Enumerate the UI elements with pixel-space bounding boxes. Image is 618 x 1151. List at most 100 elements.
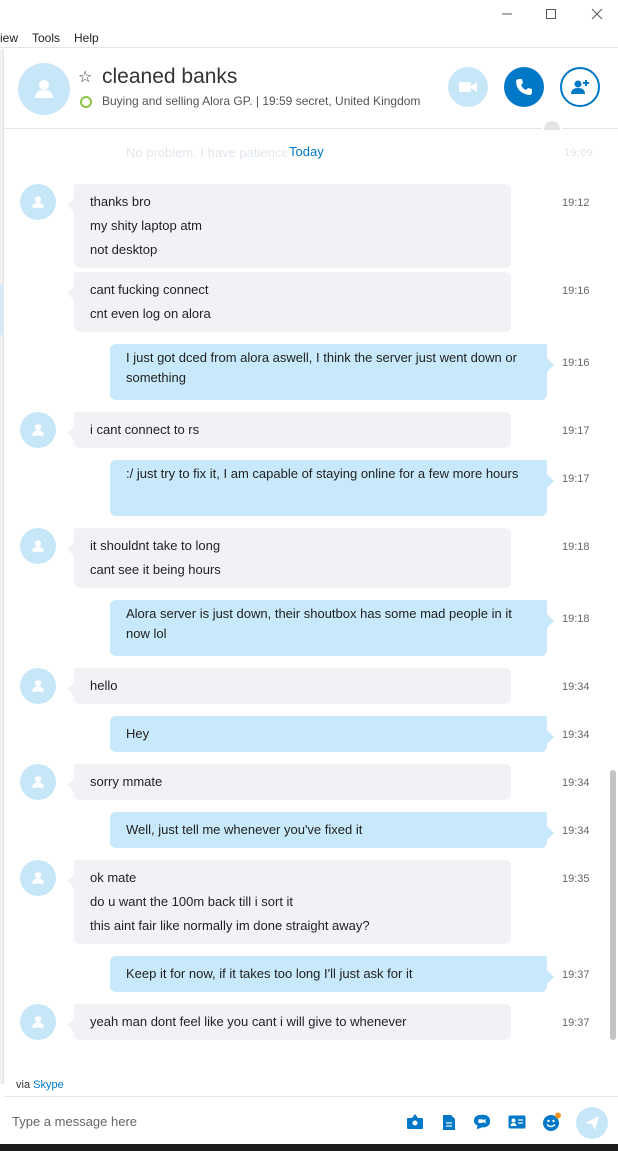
sender-avatar[interactable] [20, 668, 56, 704]
message-timestamp: 19:17 [562, 425, 590, 437]
video-camera-icon [459, 82, 477, 92]
person-icon [35, 80, 53, 98]
message-timestamp: 19:37 [562, 969, 590, 981]
message-timestamp: 19:17 [562, 473, 590, 485]
conversation-scrollbar[interactable] [610, 770, 616, 1040]
message-incoming[interactable]: i cant connect to rs [67, 412, 511, 448]
message-line: Well, just tell me whenever you've fixed… [126, 822, 363, 837]
presence-status-icon [80, 96, 92, 108]
send-button[interactable] [576, 1107, 608, 1139]
message-line: cant see it being hours [90, 562, 221, 577]
message-outgoing[interactable]: Well, just tell me whenever you've fixed… [110, 812, 554, 848]
message-line: hello [90, 678, 118, 693]
message-outgoing[interactable]: Alora server is just down, their shoutbo… [110, 600, 554, 656]
minimize-icon [502, 13, 512, 15]
audio-call-button[interactable] [504, 67, 544, 107]
emoticon-icon [543, 1112, 561, 1131]
message-line: thanks bro [90, 194, 151, 209]
add-people-button[interactable] [560, 67, 600, 107]
sender-avatar[interactable] [20, 412, 56, 448]
message-incoming[interactable]: yeah man dont feel like you cant i will … [67, 1004, 511, 1040]
message-outgoing[interactable]: Keep it for now, if it takes too long I'… [110, 956, 554, 992]
send-icon [585, 1116, 599, 1130]
via-prefix: via [16, 1079, 31, 1091]
previous-message-faded: No problem, I have patience [126, 145, 289, 160]
sender-avatar[interactable] [20, 860, 56, 896]
menu-tools[interactable]: Tools [32, 31, 60, 45]
via-label: via Skype [16, 1079, 64, 1091]
message-outgoing[interactable]: Hey [110, 716, 554, 752]
person-icon [32, 776, 44, 788]
person-icon [32, 1016, 44, 1028]
message-composer [4, 1096, 618, 1144]
message-incoming[interactable]: thanks bro my shity laptop atm not deskt… [67, 184, 511, 268]
menu-bar: iew Tools Help [0, 28, 618, 48]
conversation-header: ☆ cleaned banks Buying and selling Alora… [4, 49, 618, 139]
message-timestamp: 19:34 [562, 729, 590, 741]
taskbar-edge [0, 1144, 618, 1151]
message-incoming[interactable]: cant fucking connect cnt even log on alo… [67, 272, 511, 332]
window-titlebar [0, 0, 618, 28]
message-incoming[interactable]: hello [67, 668, 511, 704]
person-icon [32, 540, 44, 552]
message-timestamp: 19:16 [562, 357, 590, 369]
message-line: sorry mmate [90, 774, 163, 789]
message-incoming[interactable]: it shouldnt take to long cant see it bei… [67, 528, 511, 588]
conversation-history[interactable]: No problem, I have patience 19:09 Today … [4, 130, 618, 1074]
message-timestamp: 19:37 [562, 1017, 590, 1029]
message-incoming[interactable]: sorry mmate [67, 764, 511, 800]
person-icon [32, 196, 44, 208]
sender-avatar[interactable] [20, 1004, 56, 1040]
message-line: this aint fair like normally im done str… [90, 918, 370, 933]
contact-name[interactable]: cleaned banks [102, 65, 237, 89]
maximize-button[interactable] [528, 2, 574, 26]
message-line: cnt even log on alora [90, 306, 211, 321]
sender-avatar[interactable] [20, 184, 56, 220]
video-message-button[interactable] [473, 1113, 491, 1131]
menu-view[interactable]: iew [0, 31, 18, 45]
video-call-button[interactable] [448, 67, 488, 107]
message-timestamp: 19:18 [562, 613, 590, 625]
message-line: do u want the 100m back till i sort it [90, 894, 294, 909]
via-skype-link[interactable]: Skype [33, 1079, 64, 1091]
contact-card-icon [508, 1115, 526, 1129]
message-line: Alora server is just down, their shoutbo… [126, 606, 512, 641]
message-timestamp: 19:34 [562, 681, 590, 693]
minimize-button[interactable] [484, 2, 530, 26]
media-gallery-button[interactable] [406, 1113, 424, 1131]
message-input[interactable] [12, 1109, 372, 1133]
message-line: yeah man dont feel like you cant i will … [90, 1014, 407, 1029]
sender-avatar[interactable] [20, 528, 56, 564]
close-button[interactable] [574, 2, 618, 26]
message-line: :/ just try to fix it, I am capable of s… [126, 466, 519, 481]
message-line: my shity laptop atm [90, 218, 202, 233]
message-outgoing[interactable]: :/ just try to fix it, I am capable of s… [110, 460, 554, 516]
sender-avatar[interactable] [20, 764, 56, 800]
message-timestamp: 19:18 [562, 541, 590, 553]
message-line: it shouldnt take to long [90, 538, 221, 553]
previous-message-time: 19:09 [564, 148, 593, 159]
message-line: I just got dced from alora aswell, I thi… [126, 350, 517, 385]
send-contact-button[interactable] [507, 1113, 527, 1131]
message-timestamp: 19:12 [562, 197, 590, 209]
message-incoming[interactable]: ok mate do u want the 100m back till i s… [67, 860, 511, 944]
message-line: ok mate [90, 870, 137, 885]
video-message-icon [473, 1114, 491, 1130]
menu-help[interactable]: Help [74, 31, 99, 45]
maximize-icon [546, 9, 556, 19]
media-gallery-icon [407, 1114, 423, 1129]
date-divider: Today [287, 144, 326, 159]
message-outgoing[interactable]: I just got dced from alora aswell, I thi… [110, 344, 554, 400]
favorite-star-icon[interactable]: ☆ [78, 67, 92, 86]
person-icon [32, 680, 44, 692]
emoticon-button[interactable] [541, 1112, 563, 1131]
contact-avatar[interactable] [18, 63, 70, 115]
message-timestamp: 19:34 [562, 825, 590, 837]
person-icon [32, 872, 44, 884]
message-timestamp: 19:16 [562, 285, 590, 297]
file-icon [443, 1114, 455, 1130]
send-file-button[interactable] [440, 1113, 458, 1131]
message-line: cant fucking connect [90, 282, 209, 297]
add-person-icon [571, 80, 589, 94]
message-timestamp: 19:34 [562, 777, 590, 789]
